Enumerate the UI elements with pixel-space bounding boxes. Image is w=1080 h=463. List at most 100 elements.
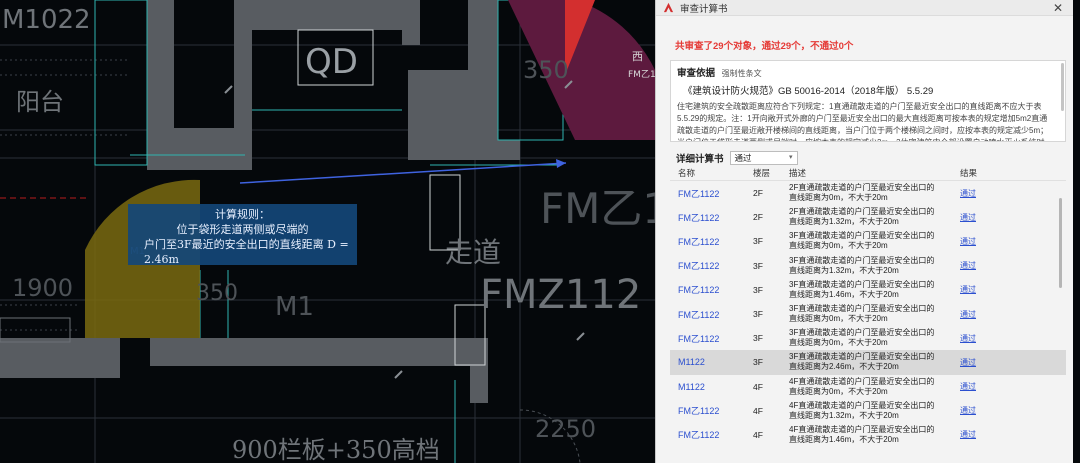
table-scrollbar[interactable] xyxy=(1059,198,1062,288)
table-row[interactable]: FM乙1122 3F 3F直通疏散走道的户门至最近安全出口的 直线距离为1.46m，不… xyxy=(670,278,1066,302)
table-row[interactable]: M1122 3F 3F直通疏散走道的户门至最近安全出口的 直线距离为2.46m，不大于… xyxy=(670,350,1066,375)
table-row[interactable]: FM乙1122 3F 3F直通疏散走道的户门至最近安全出口的 直线距离为1.32m，不… xyxy=(670,254,1066,278)
row-name-link[interactable]: FM乙1122 xyxy=(670,211,747,224)
header-name: 名称 xyxy=(678,168,696,178)
row-name-link[interactable]: FM乙1122 xyxy=(670,428,747,441)
row-result-link[interactable]: 通过 xyxy=(952,212,1032,223)
dim-1900: 1900 xyxy=(12,274,73,302)
row-result-link[interactable]: 通过 xyxy=(952,381,1032,392)
tooltip-line-3: 户门至3F最近的安全出口的直线距离 D = 2.46m xyxy=(144,238,349,266)
row-name-link[interactable]: FM乙1122 xyxy=(670,308,747,321)
row-desc-line-2: 直线距离为1.32m，不大于20m xyxy=(789,265,899,275)
table-row[interactable]: FM乙1122 3F 3F直通疏散走道的户门至最近安全出口的 直线距离为0m，不大于2… xyxy=(670,229,1066,253)
row-name-link[interactable]: M1122 xyxy=(670,382,747,392)
row-name-link[interactable]: FM乙1122 xyxy=(670,283,747,296)
basis-scrollbar[interactable] xyxy=(1061,63,1064,111)
row-desc-line-2: 直线距离为0m，不大于20m xyxy=(789,386,888,396)
row-name-link[interactable]: FM乙1122 xyxy=(670,259,747,272)
review-basis-panel[interactable]: 审查依据 强制性条文 《建筑设计防火规范》GB 50016-2014（2018年… xyxy=(670,60,1066,142)
row-desc: 2F直通疏散走道的户门至最近安全出口的 直线距离为1.32m，不大于20m xyxy=(783,207,952,227)
row-desc-line-1: 3F直通疏散走道的户门至最近安全出口的 xyxy=(789,231,935,241)
row-name-link[interactable]: FM乙1122 xyxy=(670,332,747,345)
dim-2250: 2250 xyxy=(535,415,596,443)
row-floor: 3F xyxy=(753,333,763,344)
row-result-link[interactable]: 通过 xyxy=(952,405,1032,416)
basis-header: 审查依据 强制性条文 xyxy=(677,65,1055,79)
review-calc-dialog: 审查计算书 ✕ 共审查了29个对象，通过29个，不通过0个 审查依据 强制性条文… xyxy=(655,0,1073,463)
balcony-label: 阳台 xyxy=(16,88,64,116)
row-desc-line-1: 3F直通疏散走道的户门至最近安全出口的 xyxy=(789,304,935,314)
row-result-link[interactable]: 通过 xyxy=(952,260,1032,271)
row-name-link[interactable]: FM乙1122 xyxy=(670,187,747,200)
dialog-titlebar[interactable]: 审查计算书 ✕ xyxy=(656,0,1073,16)
row-result-link[interactable]: 通过 xyxy=(952,357,1032,368)
autocad-logo-icon xyxy=(663,2,674,13)
basis-sub-label: 强制性条文 xyxy=(721,69,762,78)
row-desc-line-1: 4F直通疏散走道的户门至最近安全出口的 xyxy=(789,376,935,386)
fm-label-top: FM乙1 xyxy=(628,69,656,80)
row-desc: 2F直通疏散走道的户门至最近安全出口的 直线距离为0m，不大于20m xyxy=(783,183,952,203)
west-label: 西 xyxy=(632,50,643,63)
result-filter-select[interactable]: 通过 ▾ xyxy=(729,151,798,165)
table-row[interactable]: M1122 4F 4F直通疏散走道的户门至最近安全出口的 直线距离为0m，不大于20m… xyxy=(670,375,1066,399)
row-floor: 3F xyxy=(753,260,763,271)
calc-rule-tooltip: 计算规则： 位于袋形走道两侧或尽端的 户门至3F最近的安全出口的直线距离 D =… xyxy=(128,204,357,266)
room-label-qd: QD xyxy=(305,42,358,82)
detail-header: 详细计算书 通过 ▾ xyxy=(676,151,798,165)
row-desc: 3F直通疏散走道的户门至最近安全出口的 直线距离为0m，不大于20m xyxy=(783,328,952,348)
row-desc-line-2: 直线距离为1.32m，不大于20m xyxy=(789,217,899,227)
corridor-label: 走道 xyxy=(445,236,501,269)
row-result-link[interactable]: 通过 xyxy=(952,284,1032,295)
row-desc-line-2: 直线距离为1.32m，不大于20m xyxy=(789,410,899,420)
row-desc-line-2: 直线距离为0m，不大于20m xyxy=(789,241,888,251)
tooltip-line-1: 计算规则： xyxy=(215,208,270,221)
row-desc: 3F直通疏散走道的户门至最近安全出口的 直线距离为1.32m，不大于20m xyxy=(783,256,952,276)
cad-walls xyxy=(0,0,520,403)
table-row[interactable]: FM乙1122 4F 4F直通疏散走道的户门至最近安全出口的 直线距离为1.46m，不… xyxy=(670,423,1066,447)
row-desc-line-1: 3F直通疏散走道的户门至最近安全出口的 xyxy=(789,328,935,338)
row-desc-line-1: 3F直通疏散走道的户门至最近安全出口的 xyxy=(789,255,935,265)
row-name-link[interactable]: FM乙1122 xyxy=(670,404,747,417)
row-desc-line-1: 2F直通疏散走道的户门至最近安全出口的 xyxy=(789,183,935,193)
dialog-title: 审查计算书 xyxy=(680,3,728,15)
bottom-note: 900栏板+350高档 xyxy=(232,436,440,463)
table-row[interactable]: FM乙1122 4F 4F直通疏散走道的户门至最近安全出口的 直线距离为1.32m，不… xyxy=(670,399,1066,423)
table-row[interactable]: FM乙1122 2F 2F直通疏散走道的户门至最近安全出口的 直线距离为0m，不大于2… xyxy=(670,181,1066,205)
close-icon[interactable]: ✕ xyxy=(1053,1,1063,15)
row-floor: 4F xyxy=(753,381,763,392)
row-desc: 3F直通疏散走道的户门至最近安全出口的 直线距离为0m，不大于20m xyxy=(783,304,952,324)
row-result-link[interactable]: 通过 xyxy=(952,309,1032,320)
detail-table: 名称 楼层 描述 结果 FM乙1122 2F 2F直通疏散走道的户门至最近安全出口的… xyxy=(670,167,1066,447)
table-row[interactable]: FM乙1122 3F 3F直通疏散走道的户门至最近安全出口的 直线距离为0m，不大于2… xyxy=(670,326,1066,350)
review-summary: 共审查了29个对象，通过29个，不通过0个 xyxy=(675,41,854,52)
row-floor: 2F xyxy=(753,188,763,199)
row-floor: 4F xyxy=(753,405,763,416)
row-result-link[interactable]: 通过 xyxy=(952,236,1032,247)
row-desc-line-1: 4F直通疏散走道的户门至最近安全出口的 xyxy=(789,400,935,410)
row-desc-line-1: 3F直通疏散走道的户门至最近安全出口的 xyxy=(789,279,935,289)
row-desc-line-2: 直线距离为0m，不大于20m xyxy=(789,314,888,324)
dim-350-left: 350 xyxy=(196,281,238,306)
row-result-link[interactable]: 通过 xyxy=(952,333,1032,344)
row-desc-line-2: 直线距离为2.46m，不大于20m xyxy=(789,362,899,372)
row-desc: 4F直通疏散走道的户门至最近安全出口的 直线距离为1.46m，不大于20m xyxy=(783,425,952,445)
row-name-link[interactable]: M1122 xyxy=(670,357,747,367)
fm-label-big: FMZ112 xyxy=(480,272,641,318)
dim-350-top: 350 xyxy=(523,56,569,84)
detail-label: 详细计算书 xyxy=(676,154,724,165)
row-desc: 3F直通疏散走道的户门至最近安全出口的 直线距离为1.46m，不大于20m xyxy=(783,280,952,300)
distance-line xyxy=(239,162,567,184)
table-header: 名称 楼层 描述 结果 xyxy=(670,167,1066,181)
row-desc-line-2: 直线距离为1.46m，不大于20m xyxy=(789,434,899,444)
row-name-link[interactable]: FM乙1122 xyxy=(670,235,747,248)
header-result: 结果 xyxy=(960,168,978,178)
door-label-topleft: M1022 xyxy=(2,5,91,35)
table-row[interactable]: FM乙1122 2F 2F直通疏散走道的户门至最近安全出口的 直线距离为1.32m，不… xyxy=(670,205,1066,229)
table-row[interactable]: FM乙1122 3F 3F直通疏散走道的户门至最近安全出口的 直线距离为0m，不大于2… xyxy=(670,302,1066,326)
row-result-link[interactable]: 通过 xyxy=(952,188,1032,199)
header-floor: 楼层 xyxy=(753,168,771,178)
row-floor: 3F xyxy=(753,309,763,320)
row-floor: 3F xyxy=(753,284,763,295)
tooltip-line-2: 位于袋形走道两侧或尽端的 xyxy=(176,223,309,236)
row-result-link[interactable]: 通过 xyxy=(952,429,1032,440)
